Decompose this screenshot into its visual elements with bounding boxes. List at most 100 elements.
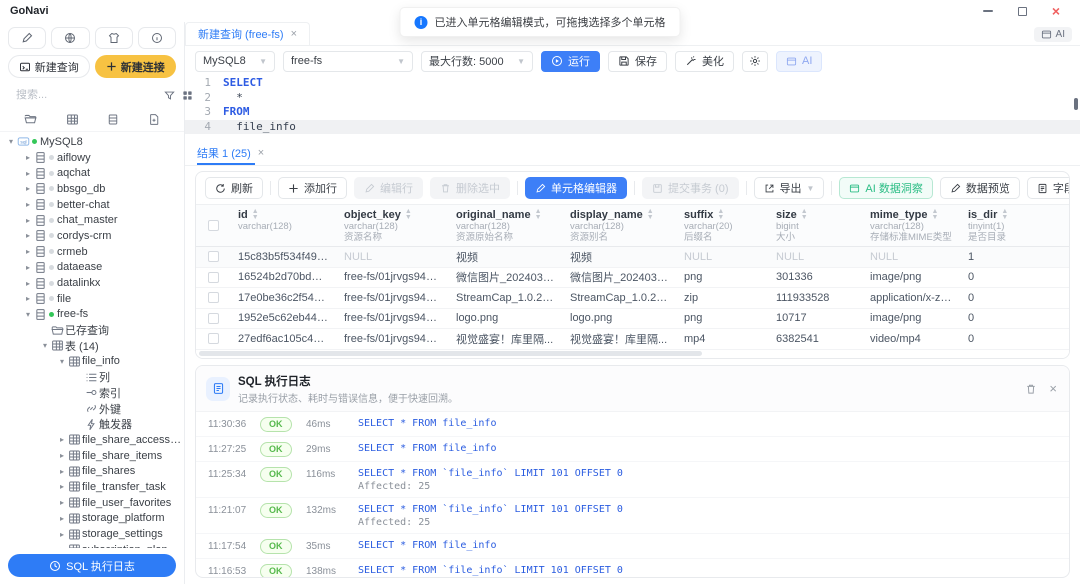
- tree-item-触发器[interactable]: 触发器: [0, 416, 184, 432]
- cell[interactable]: free-fs/01jrvgs943q...: [336, 312, 448, 324]
- select-all-checkbox[interactable]: [207, 220, 219, 231]
- pen-button[interactable]: [8, 27, 47, 49]
- tree-item-aiflowy[interactable]: ▸ aiflowy: [0, 150, 184, 166]
- result-tab-close-icon[interactable]: ×: [258, 147, 264, 159]
- cell[interactable]: application/x-zip-co...: [862, 292, 960, 304]
- cell[interactable]: video/mp4: [862, 333, 960, 345]
- tree-item-已存查询[interactable]: 已存查询: [0, 322, 184, 338]
- tree-expand-arrow[interactable]: ▸: [23, 263, 33, 272]
- cell[interactable]: NULL: [768, 251, 862, 263]
- tree-item-cordys-crm[interactable]: ▸ cordys-crm: [0, 228, 184, 244]
- toolbar-ai-button[interactable]: AI: [776, 50, 823, 72]
- editor-scrollbar[interactable]: [1074, 98, 1078, 110]
- data-preview-button[interactable]: 数据预览: [939, 177, 1020, 199]
- tree-expand-arrow[interactable]: ▸: [23, 169, 33, 178]
- tree-expand-arrow[interactable]: ▸: [57, 451, 67, 460]
- tree-item-file_user_favorites[interactable]: ▸ file_user_favorites: [0, 495, 184, 511]
- column-header-display_name[interactable]: display_name ▲ ▼ varchar(128) 资源别名: [562, 205, 676, 246]
- tree-item-chat_master[interactable]: ▸ chat_master: [0, 212, 184, 228]
- tree-expand-arrow[interactable]: ▸: [57, 482, 67, 491]
- tree-collapse-arrow[interactable]: ▾: [6, 137, 16, 146]
- tree-expand-arrow[interactable]: ▸: [57, 467, 67, 476]
- sort-icon[interactable]: ▲ ▼: [535, 208, 542, 221]
- table-row[interactable]: 15c83b5f534f49e4b... NULL 视频 视频 NULL NULL NULL…: [196, 247, 1069, 268]
- tree-expand-arrow[interactable]: ▸: [57, 435, 67, 444]
- tree-item-better-chat[interactable]: ▸ better-chat: [0, 197, 184, 213]
- log-entry[interactable]: 11:25:34 OK 116ms SELECT * FROM `file_info`…: [196, 462, 1069, 498]
- tree-item-file_info[interactable]: ▾ file_info: [0, 354, 184, 370]
- cell[interactable]: free-fs/01jrvgs943q...: [336, 271, 448, 283]
- log-entry[interactable]: 11:17:54 OK 35ms SELECT * FROM file_info: [196, 534, 1069, 559]
- cell[interactable]: 微信图片_20240326...: [562, 269, 676, 285]
- table-row[interactable]: 16524b2d70bd4527... free-fs/01jrvgs943q..…: [196, 268, 1069, 288]
- cell[interactable]: logo.png: [448, 312, 562, 324]
- tree-item-free-fs[interactable]: ▾ free-fs: [0, 307, 184, 323]
- tree-item-file[interactable]: ▸ file: [0, 291, 184, 307]
- cell[interactable]: image/png: [862, 271, 960, 283]
- tree-item-外键[interactable]: 外键: [0, 401, 184, 417]
- cell[interactable]: 111933528: [768, 292, 862, 304]
- sort-icon[interactable]: ▲ ▼: [717, 208, 724, 221]
- commit-button[interactable]: 提交事务 (0): [642, 177, 739, 199]
- sort-icon[interactable]: ▲ ▼: [647, 208, 654, 221]
- cell[interactable]: png: [676, 271, 768, 283]
- connection-select[interactable]: MySQL8 ▼: [195, 50, 275, 72]
- cell[interactable]: 6382541: [768, 333, 862, 345]
- new-query-button[interactable]: 新建查询: [8, 55, 90, 78]
- log-entry[interactable]: 11:16:53 OK 138ms SELECT * FROM `file_info`…: [196, 559, 1069, 577]
- field-info-button[interactable]: 字段信息: [1026, 177, 1069, 199]
- cell[interactable]: logo.png: [562, 312, 676, 324]
- table-view-button[interactable]: [66, 113, 79, 126]
- tree-item-file_transfer_task[interactable]: ▸ file_transfer_task: [0, 479, 184, 495]
- tree-expand-arrow[interactable]: ▸: [57, 498, 67, 507]
- database-select[interactable]: free-fs ▼: [283, 50, 413, 72]
- tree-item-索引[interactable]: 索引: [0, 385, 184, 401]
- log-entry[interactable]: 11:30:36 OK 46ms SELECT * FROM file_info: [196, 412, 1069, 437]
- refresh-button[interactable]: 刷新: [205, 177, 263, 199]
- query-tab[interactable]: 新建查询 (free-fs) ×: [185, 22, 310, 45]
- run-button[interactable]: 运行: [541, 50, 600, 72]
- cell[interactable]: NULL: [336, 251, 448, 263]
- table-row[interactable]: 1952e5c62eb44ce8... free-fs/01jrvgs943q..…: [196, 309, 1069, 329]
- cell[interactable]: 1952e5c62eb44ce8...: [230, 312, 336, 324]
- tree-expand-arrow[interactable]: ▸: [23, 294, 33, 303]
- tree-collapse-arrow[interactable]: ▾: [57, 357, 67, 366]
- cell[interactable]: 27edf6ac105c44598...: [230, 333, 336, 345]
- cell[interactable]: 视频: [448, 249, 562, 265]
- tree-expand-arrow[interactable]: ▸: [23, 231, 33, 240]
- add-row-button[interactable]: 添加行: [278, 177, 347, 199]
- save-button[interactable]: 保存: [608, 50, 667, 72]
- ai-panel-button[interactable]: AI: [1033, 27, 1072, 42]
- cell[interactable]: 1: [960, 251, 1069, 263]
- tree-item-bbsgo_db[interactable]: ▸ bbsgo_db: [0, 181, 184, 197]
- tree-item-列[interactable]: 列: [0, 369, 184, 385]
- sort-icon[interactable]: ▲ ▼: [931, 208, 938, 221]
- sort-icon[interactable]: ▲ ▼: [252, 208, 259, 221]
- cell[interactable]: NULL: [676, 251, 768, 263]
- max-rows-select[interactable]: 最大行数: 5000 ▼: [421, 50, 533, 72]
- sort-icon[interactable]: ▲ ▼: [1001, 208, 1008, 221]
- cell[interactable]: 视觉盛宴！库里隔...: [562, 331, 676, 347]
- clear-log-button[interactable]: [1025, 383, 1037, 395]
- filter-icon[interactable]: [164, 90, 175, 101]
- cell[interactable]: 0: [960, 292, 1069, 304]
- tree-item-datalinkx[interactable]: ▸ datalinkx: [0, 275, 184, 291]
- row-checkbox[interactable]: [207, 333, 219, 345]
- database-view-button[interactable]: [107, 113, 119, 126]
- delete-selected-button[interactable]: 删除选中: [430, 177, 510, 199]
- close-log-button[interactable]: ×: [1049, 381, 1057, 396]
- column-header-original_name[interactable]: original_name ▲ ▼ varchar(128) 资源原始名称: [448, 205, 562, 246]
- sql-log-button[interactable]: SQL 执行日志: [8, 554, 176, 577]
- cell[interactable]: png: [676, 312, 768, 324]
- row-checkbox[interactable]: [207, 251, 219, 263]
- tree-item-file_shares[interactable]: ▸ file_shares: [0, 463, 184, 479]
- tree-item-storage_settings[interactable]: ▸ storage_settings: [0, 526, 184, 542]
- log-entry[interactable]: 11:27:25 OK 29ms SELECT * FROM file_info: [196, 437, 1069, 462]
- tree-expand-arrow[interactable]: ▸: [23, 184, 33, 193]
- cell[interactable]: free-fs/01jrvgs943q...: [336, 292, 448, 304]
- minimize-button[interactable]: [982, 5, 994, 17]
- export-button[interactable]: 导出 ▼: [753, 177, 825, 199]
- cell[interactable]: 0: [960, 312, 1069, 324]
- folder-view-button[interactable]: [24, 113, 37, 126]
- result-tab[interactable]: 结果 1 (25) ×: [197, 141, 264, 165]
